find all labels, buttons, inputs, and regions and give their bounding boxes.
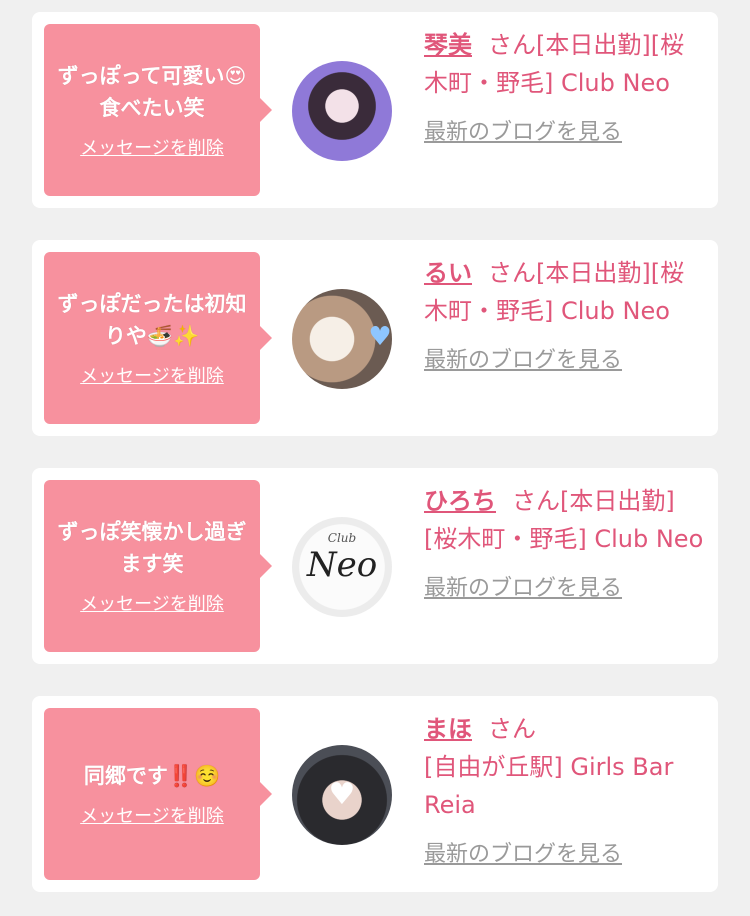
message-text: ずっぽ笑懐かし過ぎます笑 — [57, 520, 247, 576]
message-text: ずっぽだったは初知りや🍜✨ — [57, 292, 247, 348]
message-text: 同郷です‼️☺️ — [83, 764, 221, 788]
blog-link[interactable]: 最新のブログを見る — [424, 836, 622, 868]
cast-name-link[interactable]: まほ — [424, 715, 472, 743]
blog-link[interactable]: 最新のブログを見る — [424, 570, 622, 602]
honorific: さん — [512, 487, 560, 515]
message-text: ずっぽって可愛い😍食べたい笑 — [57, 64, 247, 120]
message-card: 同郷です‼️☺️ メッセージを削除 ♥ まほ さん [自由が丘駅] Girls Ba… — [32, 696, 718, 892]
heart-icon: ♥ — [368, 322, 392, 352]
heart-icon: ♥ — [328, 777, 356, 812]
message-bubble: ずっぽって可愛い😍食べたい笑 メッセージを削除 — [44, 24, 272, 196]
cast-name-link[interactable]: るい — [424, 259, 472, 287]
shop-label: [自由が丘駅] Girls Bar Reia — [424, 753, 674, 819]
cast-name-link[interactable]: ひろち — [424, 487, 496, 515]
delete-message-link[interactable]: メッセージを削除 — [80, 134, 224, 160]
avatar[interactable]: ♥ — [292, 745, 392, 845]
cast-info: ひろち さん[本日出勤][桜木町・野毛] Club Neo 最新のブログを見る — [424, 482, 704, 602]
cast-info: るい さん[本日出勤][桜木町・野毛] Club Neo 最新のブログを見る — [424, 254, 704, 374]
message-card: ずっぽって可愛い😍食べたい笑 メッセージを削除 琴美 さん[本日出勤][桜木町・野… — [32, 12, 718, 208]
honorific: さん — [488, 715, 536, 743]
honorific: さん — [488, 259, 536, 287]
message-card: ずっぽ笑懐かし過ぎます笑 メッセージを削除 Club Neo ひろち さん[本日出… — [32, 468, 718, 664]
message-list: ずっぽって可愛い😍食べたい笑 メッセージを削除 琴美 さん[本日出勤][桜木町・野… — [0, 0, 750, 916]
blog-link[interactable]: 最新のブログを見る — [424, 342, 622, 374]
honorific: さん — [488, 31, 536, 59]
message-bubble: 同郷です‼️☺️ メッセージを削除 — [44, 708, 272, 880]
delete-message-link[interactable]: メッセージを削除 — [80, 362, 224, 388]
message-bubble: ずっぽ笑懐かし過ぎます笑 メッセージを削除 — [44, 480, 272, 652]
avatar[interactable] — [292, 61, 392, 161]
avatar[interactable]: Club Neo — [292, 517, 392, 617]
message-bubble: ずっぽだったは初知りや🍜✨ メッセージを削除 — [44, 252, 272, 424]
delete-message-link[interactable]: メッセージを削除 — [80, 590, 224, 616]
avatar[interactable]: ♥ — [292, 289, 392, 389]
neo-logo-text: Neo — [306, 545, 378, 585]
message-card: ずっぽだったは初知りや🍜✨ メッセージを削除 ♥ るい さん[本日出勤][桜木町・… — [32, 240, 718, 436]
blog-link[interactable]: 最新のブログを見る — [424, 114, 622, 146]
cast-name-link[interactable]: 琴美 — [424, 31, 472, 59]
club-logo-text: Club — [327, 531, 357, 545]
cast-info: まほ さん [自由が丘駅] Girls Bar Reia 最新のブログを見る — [424, 710, 704, 868]
delete-message-link[interactable]: メッセージを削除 — [80, 802, 224, 828]
cast-info: 琴美 さん[本日出勤][桜木町・野毛] Club Neo 最新のブログを見る — [424, 26, 704, 146]
